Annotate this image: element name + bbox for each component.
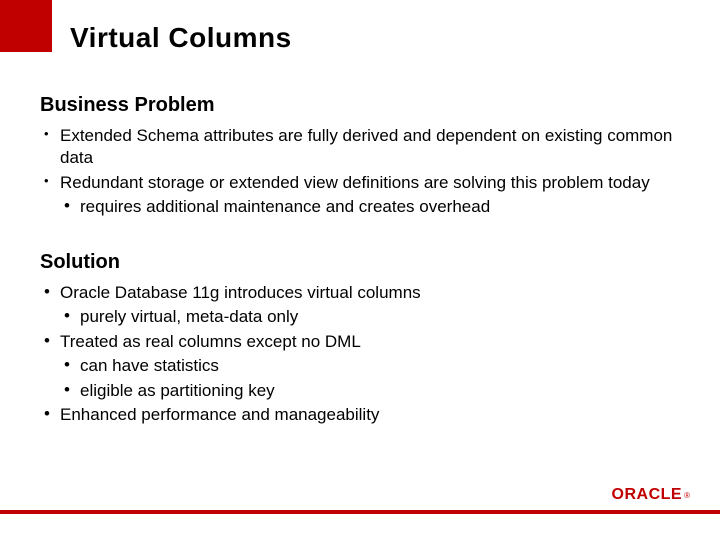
section-heading-problem: Business Problem	[40, 94, 680, 117]
slide-title: Virtual Columns	[70, 22, 292, 54]
slide-content: Business Problem Extended Schema attribu…	[40, 90, 680, 428]
oracle-logo: ORACLE ®	[612, 486, 690, 504]
list-item: Oracle Database 11g introduces virtual c…	[40, 282, 680, 304]
section-heading-solution: Solution	[40, 251, 680, 274]
list-subitem: requires additional maintenance and crea…	[40, 196, 680, 218]
registered-icon: ®	[684, 491, 690, 500]
list-subitem: purely virtual, meta-data only	[40, 306, 680, 328]
list-subitem: eligible as partitioning key	[40, 380, 680, 402]
list-item: Extended Schema attributes are fully der…	[40, 125, 680, 170]
oracle-logo-text: ORACLE	[612, 486, 683, 504]
footer-divider	[0, 510, 720, 514]
list-item: Redundant storage or extended view defin…	[40, 172, 680, 194]
solution-list: Oracle Database 11g introduces virtual c…	[40, 282, 680, 427]
slide: Virtual Columns Business Problem Extende…	[0, 0, 720, 540]
brand-accent-block	[0, 0, 52, 52]
list-item: Treated as real columns except no DML	[40, 331, 680, 353]
problem-list: Extended Schema attributes are fully der…	[40, 125, 680, 219]
list-subitem: can have statistics	[40, 355, 680, 377]
list-item: Enhanced performance and manageability	[40, 404, 680, 426]
